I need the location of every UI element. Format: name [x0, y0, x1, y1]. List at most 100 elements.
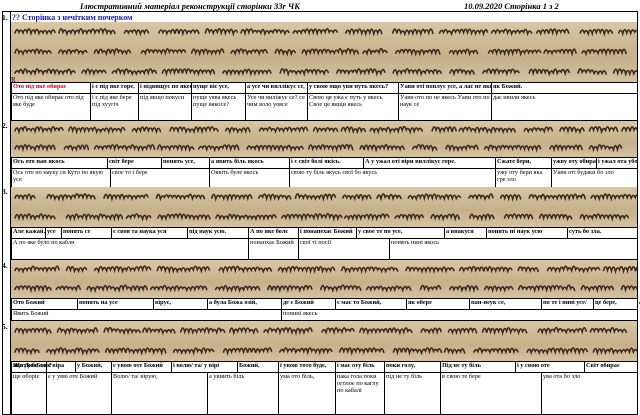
manuscript-line-image: [11, 22, 637, 82]
handwritten-word: [263, 327, 313, 336]
handwritten-word: [240, 28, 290, 37]
alt-reading-cell: Усе чи виліжує се? се чим воло уовсе: [245, 94, 307, 120]
alt-reading-cell: свої ті посії: [298, 239, 389, 259]
gloss-cell: є своя та наука уся: [111, 228, 187, 238]
handwritten-word: [14, 193, 36, 202]
gloss-cell: усе: [45, 228, 61, 238]
handwritten-word: [14, 125, 64, 135]
handwritten-word: [392, 68, 442, 77]
gloss-row: Але кажай, усе понять се є своя та наука ус…: [11, 228, 637, 238]
gloss-cell: у Божий,: [75, 362, 111, 372]
alt-reading-cell: ужу оту бери яка гре зло: [495, 169, 551, 187]
alt-row: Явить Божий понині якесь: [11, 310, 637, 320]
gloss-row: Ось ото нан якось світ бере понять усе, а я…: [11, 158, 637, 168]
handwritten-word: [340, 266, 399, 274]
handwritten-word: [341, 193, 372, 202]
handwritten-word: [65, 265, 88, 274]
alt-reading-cell: Уави ото по не якесь Уави ото по наук се: [398, 94, 491, 120]
row-number: 2.: [2, 121, 8, 130]
handwritten-word: [528, 193, 586, 202]
handwritten-word: [56, 327, 99, 336]
handwritten-word: [63, 144, 90, 152]
handwritten-word: [517, 266, 539, 274]
gloss-cell: Але кажай,: [11, 228, 45, 238]
gloss-cell: як Божий.: [491, 83, 551, 93]
handwritten-word: [319, 284, 362, 293]
handwritten-word: [258, 126, 309, 134]
handwritten-word: [394, 213, 425, 222]
handwritten-word: [588, 126, 619, 135]
handwritten-word: [86, 284, 148, 294]
alt-reading-cell: в свою те бере: [440, 373, 541, 414]
date-and-page: 10.09.2020 Сторінка 1 з 2: [464, 1, 559, 11]
gloss-cell: де є Божий: [281, 299, 335, 309]
document-title: Ілюстративний матеріал реконструкції сто…: [80, 1, 300, 11]
gloss-cell: по те і нині усе/: [541, 299, 593, 309]
handwritten-word: [447, 327, 478, 336]
row-number: 4.: [2, 261, 8, 270]
handwritten-word: [617, 28, 637, 37]
alt-reading-cell: Ось ото но науку ся Куто по якую усе: [11, 169, 110, 187]
handwritten-word: [589, 327, 628, 335]
gloss-cell: Ото Божий: [11, 299, 77, 309]
handwritten-word: [405, 266, 455, 275]
handwritten-word: [214, 284, 261, 293]
alt-reading-cell: ума ото біль,: [278, 373, 335, 414]
alt-reading-cell: Уави оті будаки бо зло: [551, 169, 637, 187]
gloss-cell: є увою оте Божий: [111, 362, 171, 372]
handwritten-word: [482, 68, 520, 77]
alt-reading-cell: є у увві оте Божий: [46, 373, 111, 414]
handwritten-word: [46, 193, 96, 203]
handwritten-word: [210, 193, 253, 202]
handwritten-word: [230, 48, 268, 57]
gloss-row: Ото Божий понять на усе вірує, а була Божа …: [11, 299, 640, 309]
handwritten-word: [537, 326, 587, 336]
alt-reading-cell: ува ота бо зло: [541, 373, 637, 414]
handwritten-word: [517, 284, 576, 294]
handwritten-word: [588, 144, 623, 153]
handwritten-word: [281, 212, 343, 222]
gloss-cell: а явить біль якось: [209, 158, 289, 168]
handwritten-word: [140, 48, 187, 56]
handwritten-word: [246, 144, 304, 153]
handwritten-word: [449, 68, 475, 77]
gloss-cell: а внакуся: [444, 228, 486, 238]
handwritten-word: [445, 144, 479, 153]
alt-reading-cell: пуще уява якесь пуще вякосе?: [191, 94, 245, 120]
handwritten-word: [14, 347, 40, 356]
handwritten-word: [499, 193, 522, 202]
handwritten-word: [14, 68, 76, 77]
gloss-cell: і є світ болі якісь.: [289, 158, 363, 168]
handwritten-word: [14, 327, 52, 336]
handwritten-word: [321, 327, 355, 336]
handwritten-word: [343, 213, 390, 222]
alt-reading-cell: під якщо покуси: [138, 94, 191, 120]
gloss-cell: поки голу,: [384, 362, 440, 372]
handwritten-word: [549, 144, 583, 153]
handwritten-word: [131, 126, 162, 135]
handwritten-word: [369, 125, 424, 135]
handwritten-word: [473, 347, 519, 355]
gloss-cell: понять усе,: [161, 158, 209, 168]
handwritten-word: [359, 327, 413, 336]
handwritten-word: [430, 213, 460, 222]
handwritten-word: [344, 28, 383, 37]
handwritten-word: [224, 126, 251, 135]
handwritten-word: [156, 265, 211, 275]
gloss-cell: і є під яке горе,: [90, 83, 138, 93]
alt-row: Ото під яке обирає ото під яке буде і є п…: [11, 94, 637, 120]
gloss-cell: під наук усю.: [187, 228, 248, 238]
manuscript-line-image: [11, 260, 637, 298]
gloss-cell: Під не ту біль: [440, 362, 515, 372]
gloss-cell: і ужал ота уборе кебу злу.: [596, 158, 637, 168]
handwritten-word: [483, 144, 542, 153]
handwritten-word: [111, 68, 158, 77]
handwritten-word: [340, 126, 367, 135]
handwritten-word: [523, 126, 554, 134]
handwritten-word: [483, 285, 514, 294]
gloss-cell: А по яке болє: [248, 228, 298, 238]
handwritten-word: [449, 284, 479, 294]
handwritten-word: [592, 347, 637, 356]
handwritten-word: [620, 284, 637, 293]
handwritten-word: [215, 213, 277, 222]
